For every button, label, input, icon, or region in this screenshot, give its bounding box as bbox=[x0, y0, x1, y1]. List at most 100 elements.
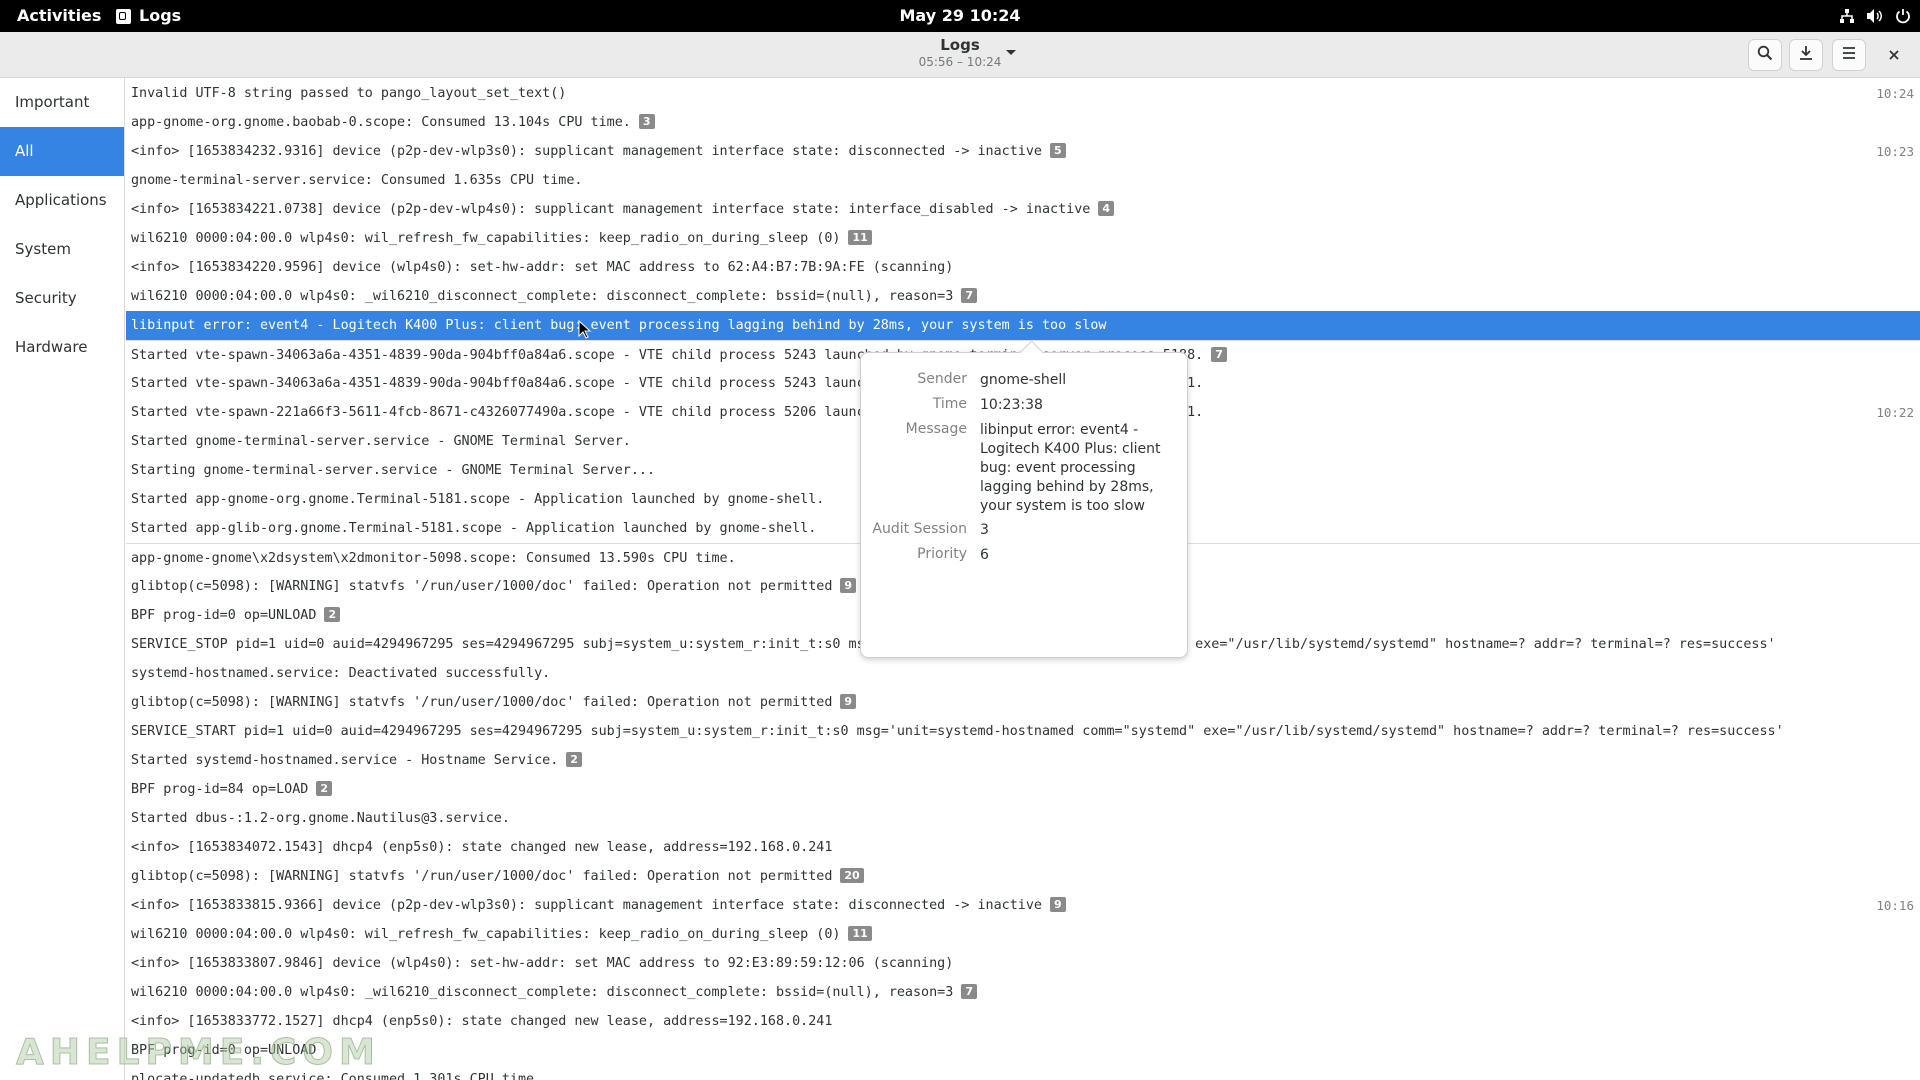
log-row[interactable]: wil6210 0000:04:00.0 wlp4s0: _wil6210_di… bbox=[126, 978, 1920, 1007]
chevron-down-icon[interactable] bbox=[1003, 44, 1019, 60]
log-row[interactable]: wil6210 0000:04:00.0 wlp4s0: _wil6210_di… bbox=[126, 282, 1920, 311]
log-row[interactable]: app-gnome-org.gnome.baobab-0.scope: Cons… bbox=[126, 108, 1920, 137]
log-row[interactable]: <info> [1653834220.9596] device (wlp4s0)… bbox=[126, 253, 1920, 282]
log-row[interactable]: SERVICE_START pid=1 uid=0 auid=429496729… bbox=[126, 717, 1920, 746]
log-message: wil6210 0000:04:00.0 wlp4s0: wil_refresh… bbox=[131, 224, 872, 253]
search-icon bbox=[1757, 45, 1773, 65]
log-message: app-gnome-org.gnome.baobab-0.scope: Cons… bbox=[131, 108, 655, 137]
log-message: glibtop(c=5098): [WARNING] statvfs '/run… bbox=[131, 572, 857, 601]
log-message: BPF prog-id=84 op=LOAD 2 bbox=[131, 775, 333, 804]
header-bar: Logs 05:56 – 10:24 bbox=[0, 32, 1920, 78]
time-range-subtitle: 05:56 – 10:24 bbox=[918, 55, 1002, 69]
log-message: wil6210 0000:04:00.0 wlp4s0: wil_refresh… bbox=[131, 920, 872, 949]
close-button[interactable] bbox=[1880, 41, 1908, 69]
sidebar-item-system[interactable]: System bbox=[0, 225, 124, 274]
event-detail-popover: Sender gnome-shell Time 10:23:38 Message… bbox=[860, 340, 1188, 658]
log-row[interactable]: systemd-hostnamed.service: Deactivated s… bbox=[126, 659, 1920, 688]
activities-button[interactable]: Activities bbox=[17, 0, 101, 32]
log-message: <info> [1653834221.0738] device (p2p-dev… bbox=[131, 195, 1115, 224]
mouse-cursor-icon bbox=[578, 319, 592, 340]
repeat-count-badge: 20 bbox=[840, 868, 864, 883]
log-row[interactable]: Started systemd-hostnamed.service - Host… bbox=[126, 746, 1920, 775]
log-message: gnome-terminal-server.service: Consumed … bbox=[131, 173, 583, 188]
log-row[interactable]: gnome-terminal-server.service: Consumed … bbox=[126, 166, 1920, 195]
log-row[interactable]: <info> [1653833807.9846] device (wlp4s0)… bbox=[126, 949, 1920, 978]
log-row[interactable]: <info> [1653833772.1527] dhcp4 (enp5s0):… bbox=[126, 1007, 1920, 1036]
sidebar-item-hardware[interactable]: Hardware bbox=[0, 323, 124, 372]
close-icon bbox=[1888, 46, 1900, 65]
log-row[interactable]: libinput error: event4 - Logitech K400 P… bbox=[126, 311, 1920, 340]
log-message: systemd-hostnamed.service: Deactivated s… bbox=[131, 666, 551, 681]
volume-icon bbox=[1866, 7, 1884, 25]
log-time: 10:23 bbox=[1876, 144, 1914, 159]
log-message: Started app-glib-org.gnome.Terminal-5181… bbox=[131, 521, 817, 536]
clock-area: May 29 10:24 bbox=[0, 0, 1920, 32]
log-message: wil6210 0000:04:00.0 wlp4s0: _wil6210_di… bbox=[131, 282, 977, 311]
system-tray[interactable] bbox=[1838, 0, 1920, 32]
detail-sender-label: Sender bbox=[917, 371, 967, 387]
clock[interactable]: May 29 10:24 bbox=[900, 6, 1021, 25]
power-icon bbox=[1894, 7, 1912, 25]
network-icon bbox=[1838, 7, 1856, 25]
repeat-count-badge: 5 bbox=[1050, 143, 1066, 158]
detail-sender-value: gnome-shell bbox=[980, 372, 1067, 388]
repeat-count-badge: 7 bbox=[961, 288, 977, 303]
log-row[interactable]: Invalid UTF-8 string passed to pango_lay… bbox=[126, 79, 1920, 108]
top-bar: Activities Logs May 29 10:24 bbox=[0, 0, 1920, 32]
sidebar-item-all[interactable]: All bbox=[0, 127, 124, 176]
detail-time-value: 10:23:38 bbox=[980, 397, 1043, 413]
log-time: 10:16 bbox=[1876, 898, 1914, 913]
search-button[interactable] bbox=[1748, 39, 1782, 71]
log-row[interactable]: Started dbus-:1.2-org.gnome.Nautilus@3.s… bbox=[126, 804, 1920, 833]
detail-message-value: libinput error: event4 - Logitech K400 P… bbox=[980, 422, 1161, 514]
log-row[interactable]: wil6210 0000:04:00.0 wlp4s0: wil_refresh… bbox=[126, 920, 1920, 949]
main-menu-button[interactable] bbox=[1832, 39, 1866, 71]
log-row[interactable]: wil6210 0000:04:00.0 wlp4s0: wil_refresh… bbox=[126, 224, 1920, 253]
log-row[interactable]: <info> [1653834232.9316] device (p2p-dev… bbox=[126, 137, 1920, 166]
detail-message-label: Message bbox=[905, 421, 967, 437]
log-message: glibtop(c=5098): [WARNING] statvfs '/run… bbox=[131, 862, 864, 891]
log-time: 10:24 bbox=[1876, 86, 1914, 101]
sidebar-item-security[interactable]: Security bbox=[0, 274, 124, 323]
log-message: Started app-gnome-org.gnome.Terminal-518… bbox=[131, 492, 825, 507]
log-message: <info> [1653833815.9366] device (p2p-dev… bbox=[131, 891, 1066, 920]
export-icon bbox=[1798, 45, 1814, 65]
log-row[interactable]: <info> [1653834221.0738] device (p2p-dev… bbox=[126, 195, 1920, 224]
log-message: Started gnome-terminal-server.service - … bbox=[131, 434, 631, 449]
log-message: <info> [1653834072.1543] dhcp4 (enp5s0):… bbox=[131, 840, 833, 855]
repeat-count-badge: 9 bbox=[840, 578, 857, 593]
log-row[interactable]: glibtop(c=5098): [WARNING] statvfs '/run… bbox=[126, 862, 1920, 891]
log-row[interactable]: BPF prog-id=0 op=UNLOAD bbox=[126, 1036, 1920, 1065]
log-message: wil6210 0000:04:00.0 wlp4s0: _wil6210_di… bbox=[131, 978, 977, 1007]
log-time: 10:22 bbox=[1876, 405, 1914, 420]
detail-audit-label: Audit Session bbox=[872, 521, 967, 537]
app-menu[interactable]: Logs bbox=[116, 0, 181, 32]
detail-priority-value: 6 bbox=[980, 547, 989, 563]
log-message: libinput error: event4 - Logitech K400 P… bbox=[131, 318, 1107, 333]
repeat-count-badge: 3 bbox=[638, 114, 655, 129]
log-message: Invalid UTF-8 string passed to pango_lay… bbox=[131, 86, 567, 101]
log-row[interactable]: BPF prog-id=84 op=LOAD 2 bbox=[126, 775, 1920, 804]
log-message: <info> [1653834232.9316] device (p2p-dev… bbox=[131, 137, 1066, 166]
log-message: Started systemd-hostnamed.service - Host… bbox=[131, 746, 582, 775]
sidebar-item-applications[interactable]: Applications bbox=[0, 176, 124, 225]
repeat-count-badge: 7 bbox=[1211, 347, 1227, 362]
category-sidebar: Important All Applications System Securi… bbox=[0, 78, 125, 1080]
export-button[interactable] bbox=[1789, 39, 1823, 71]
hamburger-menu-icon bbox=[1841, 45, 1857, 65]
log-row[interactable]: glibtop(c=5098): [WARNING] statvfs '/run… bbox=[126, 688, 1920, 717]
log-row[interactable]: plocate-updatedb.service: Consumed 1.301… bbox=[126, 1065, 1920, 1080]
sidebar-item-important[interactable]: Important bbox=[0, 78, 124, 127]
log-message: <info> [1653834220.9596] device (wlp4s0)… bbox=[131, 260, 954, 275]
app-menu-label: Logs bbox=[139, 6, 182, 25]
log-row[interactable]: <info> [1653833815.9366] device (p2p-dev… bbox=[126, 891, 1920, 920]
repeat-count-badge: 11 bbox=[848, 926, 872, 941]
log-message: Starting gnome-terminal-server.service -… bbox=[131, 463, 656, 478]
repeat-count-badge: 11 bbox=[848, 230, 872, 245]
log-message: <info> [1653833807.9846] device (wlp4s0)… bbox=[131, 956, 954, 971]
log-row[interactable]: <info> [1653834072.1543] dhcp4 (enp5s0):… bbox=[126, 833, 1920, 862]
repeat-count-badge: 2 bbox=[566, 752, 582, 767]
window-title: Logs bbox=[940, 36, 980, 54]
log-message: app-gnome-gnome\x2dsystem\x2dmonitor-509… bbox=[131, 551, 736, 566]
repeat-count-badge: 9 bbox=[840, 694, 857, 709]
